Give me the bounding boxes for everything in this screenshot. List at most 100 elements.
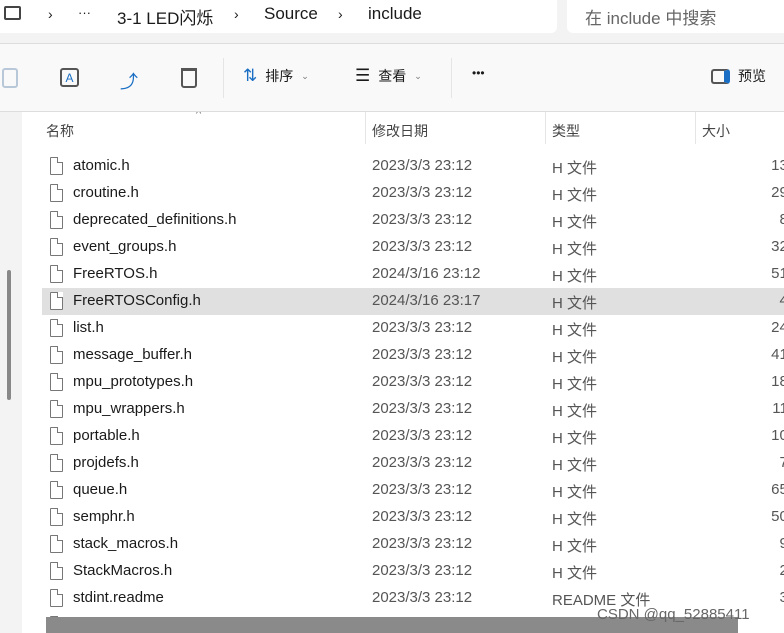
file-size: 29 KB (771, 184, 784, 201)
breadcrumb-source[interactable]: Source (264, 4, 318, 24)
file-icon (50, 265, 63, 283)
file-date: 2024/3/16 23:17 (372, 292, 481, 309)
file-name: FreeRTOS.h (73, 265, 158, 282)
file-row[interactable]: stack_macros.h 2023/3/3 23:12 H 文件 9 KB (42, 531, 784, 558)
file-icon (50, 427, 63, 445)
file-size: 51 KB (771, 265, 784, 282)
file-date: 2023/3/3 23:12 (372, 346, 473, 363)
file-row[interactable]: queue.h 2023/3/3 23:12 H 文件 65 KB (42, 477, 784, 504)
file-name: StackMacros.h (73, 562, 173, 579)
file-row[interactable]: event_groups.h 2023/3/3 23:12 H 文件 32 KB (42, 234, 784, 261)
preview-label: 预览 (738, 68, 766, 84)
breadcrumb-ellipsis[interactable]: ··· (78, 5, 91, 20)
file-row[interactable]: FreeRTOSConfig.h 2024/3/16 23:17 H 文件 4 … (42, 288, 784, 315)
file-row[interactable]: mpu_wrappers.h 2023/3/3 23:12 H 文件 11 KB (42, 396, 784, 423)
file-type: H 文件 (552, 376, 598, 393)
file-size: 13 KB (771, 157, 784, 174)
column-type[interactable]: 类型 (552, 121, 580, 141)
file-size: 32 KB (771, 238, 784, 255)
sidebar-scrollbar[interactable] (7, 270, 11, 400)
file-size: 2 KB (779, 562, 784, 579)
sort-ascending-icon: ^ (196, 112, 202, 120)
file-icon (50, 157, 63, 175)
sort-icon: ⇅ (243, 66, 258, 85)
file-name: FreeRTOSConfig.h (73, 292, 201, 309)
file-row[interactable]: mpu_prototypes.h 2023/3/3 23:12 H 文件 18 … (42, 369, 784, 396)
breadcrumb-led[interactable]: 3-1 LED闪烁 (117, 4, 213, 29)
file-row[interactable]: portable.h 2023/3/3 23:12 H 文件 10 KB (42, 423, 784, 450)
file-size: 24 KB (771, 319, 784, 336)
file-type: H 文件 (552, 322, 598, 339)
chevron-right-icon: › (234, 6, 239, 22)
file-icon (50, 562, 63, 580)
file-size: 4 KB (779, 292, 784, 309)
file-date: 2023/3/3 23:12 (372, 562, 473, 579)
breadcrumb-include[interactable]: include (368, 4, 422, 24)
command-bar: A ⤴ ⇅ 排序 ⌄ ☰ 查看 ⌄ ••• 预览 (0, 44, 784, 111)
file-type: H 文件 (552, 160, 598, 177)
file-row[interactable]: projdefs.h 2023/3/3 23:12 H 文件 7 KB (42, 450, 784, 477)
file-date: 2023/3/3 23:12 (372, 535, 473, 552)
file-type: H 文件 (552, 511, 598, 528)
watermark: CSDN @qq_52885411 (597, 606, 750, 623)
share-icon[interactable]: ⤴ (120, 68, 138, 94)
file-size: 50 KB (771, 508, 784, 525)
divider (223, 58, 224, 98)
file-name: message_buffer.h (73, 346, 192, 363)
preview-button[interactable]: 预览 (711, 66, 766, 86)
address-bar[interactable]: › ··· 3-1 LED闪烁 › Source › include (0, 0, 557, 33)
file-icon (50, 589, 63, 607)
file-size: 11 KB (772, 400, 784, 417)
file-icon (50, 481, 63, 499)
file-row[interactable]: deprecated_definitions.h 2023/3/3 23:12 … (42, 207, 784, 234)
file-type: H 文件 (552, 457, 598, 474)
file-name: portable.h (73, 427, 140, 444)
file-row[interactable]: StackMacros.h 2023/3/3 23:12 H 文件 2 KB (42, 558, 784, 585)
file-date: 2023/3/3 23:12 (372, 400, 473, 417)
chevron-right-icon: › (48, 6, 53, 22)
file-list: ^ 名称 修改日期 类型 大小 atomic.h 2023/3/3 23:12 … (22, 112, 784, 633)
view-button[interactable]: ☰ 查看 ⌄ (355, 66, 422, 86)
chevron-down-icon: ⌄ (301, 70, 309, 81)
file-row[interactable]: list.h 2023/3/3 23:12 H 文件 24 KB (42, 315, 784, 342)
file-type: H 文件 (552, 241, 598, 258)
file-icon (50, 373, 63, 391)
column-size[interactable]: 大小 (702, 121, 730, 141)
view-label: 查看 (378, 68, 407, 84)
file-date: 2023/3/3 23:12 (372, 157, 473, 174)
file-date: 2023/3/3 23:12 (372, 481, 473, 498)
file-type: H 文件 (552, 214, 598, 231)
file-name: stack_macros.h (73, 535, 179, 552)
sort-label: 排序 (265, 68, 294, 84)
chevron-down-icon: ⌄ (414, 70, 422, 81)
more-button[interactable]: ••• (472, 66, 485, 80)
file-icon (50, 508, 63, 526)
column-name[interactable]: 名称 (46, 121, 74, 141)
file-type: H 文件 (552, 187, 598, 204)
file-name: mpu_wrappers.h (73, 400, 185, 417)
sort-button[interactable]: ⇅ 排序 ⌄ (243, 66, 309, 86)
paste-icon[interactable] (2, 68, 18, 88)
column-date[interactable]: 修改日期 (372, 121, 428, 141)
file-row[interactable]: semphr.h 2023/3/3 23:12 H 文件 50 KB (42, 504, 784, 531)
file-date: 2023/3/3 23:12 (372, 184, 473, 201)
file-date: 2023/3/3 23:12 (372, 508, 473, 525)
file-size: 65 KB (771, 481, 784, 498)
column-header: ^ 名称 修改日期 类型 大小 (22, 112, 784, 145)
file-name: mpu_prototypes.h (73, 373, 194, 390)
file-type: H 文件 (552, 565, 598, 582)
search-input[interactable]: 在 include 中搜索 (567, 0, 784, 33)
file-icon (50, 454, 63, 472)
file-row[interactable]: FreeRTOS.h 2024/3/16 23:12 H 文件 51 KB (42, 261, 784, 288)
file-row[interactable]: atomic.h 2023/3/3 23:12 H 文件 13 KB (42, 153, 784, 180)
file-icon (50, 400, 63, 418)
divider (451, 58, 452, 98)
file-type: H 文件 (552, 484, 598, 501)
file-row[interactable]: message_buffer.h 2023/3/3 23:12 H 文件 41 … (42, 342, 784, 369)
file-name: semphr.h (73, 508, 135, 525)
file-row[interactable]: croutine.h 2023/3/3 23:12 H 文件 29 KB (42, 180, 784, 207)
file-date: 2023/3/3 23:12 (372, 238, 473, 255)
delete-icon[interactable] (181, 68, 197, 88)
rename-icon[interactable]: A (60, 68, 79, 87)
file-name: event_groups.h (73, 238, 177, 255)
